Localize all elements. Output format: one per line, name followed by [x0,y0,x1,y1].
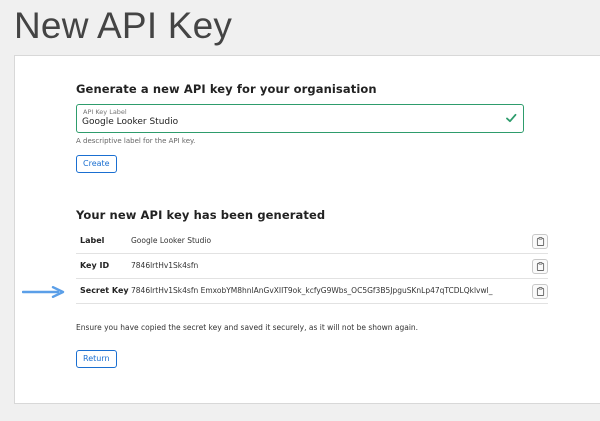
result-row-secret-key: Secret Key 7846lrtHv1Sk4sfn EmxobYM8hnlA… [76,279,548,304]
secret-key-warning: Ensure you have copied the secret key an… [76,323,419,332]
generated-heading: Your new API key has been generated [76,208,326,222]
result-row-label: Label Google Looker Studio [76,229,548,254]
row-key: Secret Key [80,286,129,295]
copy-secret-key-button[interactable] [532,284,548,299]
result-row-key-id: Key ID 7846lrtHv1Sk4sfn [76,254,548,279]
api-key-label-input[interactable] [82,117,492,127]
row-key: Label [80,236,105,245]
copy-key-id-button[interactable] [532,259,548,274]
arrow-right-icon [22,286,65,298]
create-button[interactable]: Create [76,155,117,173]
api-key-label-field[interactable]: API Key Label [76,104,524,133]
generate-heading: Generate a new API key for your organisa… [76,82,377,96]
page-title: New API Key [14,5,233,46]
row-value: 7846lrtHv1Sk4sfn [131,261,199,270]
api-key-panel: Generate a new API key for your organisa… [14,55,600,404]
clipboard-icon [536,262,545,271]
api-key-label-floating-label: API Key Label [83,108,127,116]
check-icon [506,113,517,123]
row-value: 7846lrtHv1Sk4sfn EmxobYM8hnlAnGvXIIT9ok_… [131,286,493,295]
return-button[interactable]: Return [76,350,117,368]
copy-label-button[interactable] [532,234,548,249]
api-key-label-help: A descriptive label for the API key. [76,137,196,145]
row-value: Google Looker Studio [131,236,212,245]
clipboard-icon [536,237,545,246]
clipboard-icon [536,287,545,296]
row-key: Key ID [80,261,110,270]
